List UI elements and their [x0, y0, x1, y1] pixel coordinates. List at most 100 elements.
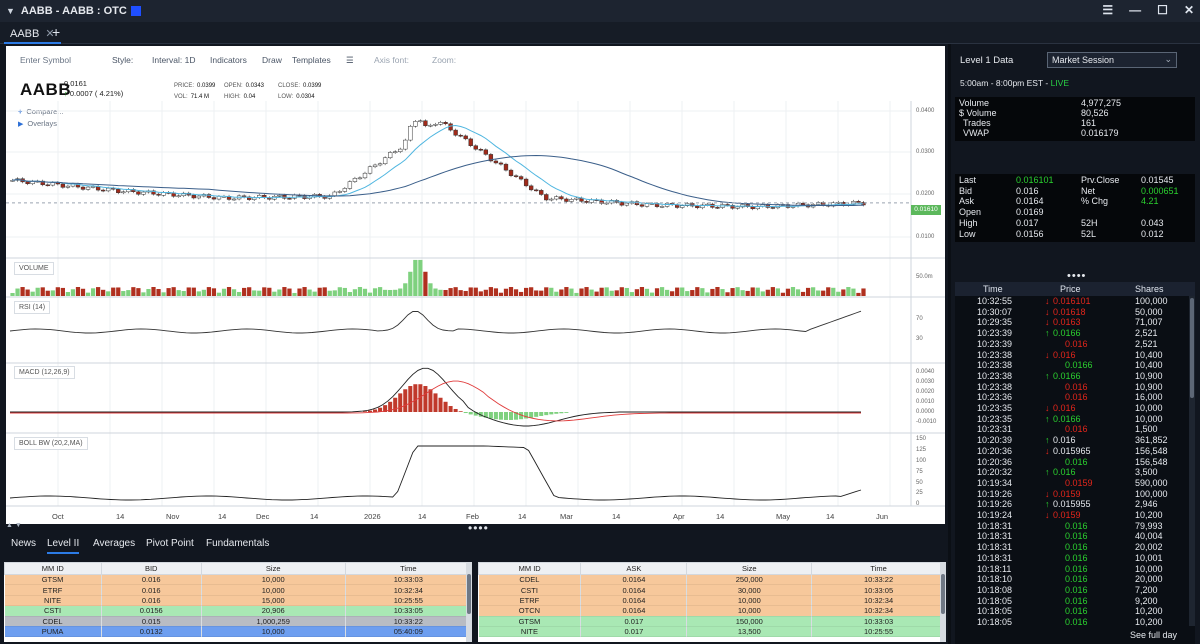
ts-time: 10:18:05 [977, 606, 1013, 617]
l2-row[interactable]: NITE 0.016 15,000 10:25:55 [4, 595, 472, 607]
candle [277, 195, 282, 197]
l2-header[interactable]: Size [686, 562, 813, 575]
x-tick: 14 [612, 512, 621, 521]
quote-value: 0.016101 [1016, 175, 1054, 185]
l2-row[interactable]: ETRF 0.0164 10,000 10:32:34 [478, 595, 946, 607]
ts-row[interactable]: 10:20:36 0.016 156,548 [955, 457, 1189, 468]
stat-label: VWAP [963, 128, 990, 138]
candle [382, 157, 388, 165]
l2-row[interactable]: OTCN 0.0164 10,000 10:32:34 [478, 605, 946, 617]
l2-cell: 10:32:34 [345, 584, 472, 596]
up-arrow-icon: ↑ [1045, 413, 1050, 424]
ts-price: 0.0163 [1053, 317, 1081, 328]
ts-row[interactable]: 10:20:36 ↓ 0.015965 156,548 [955, 446, 1189, 457]
ts-row[interactable]: 10:18:10 0.016 20,000 [955, 574, 1189, 585]
panel-splitter[interactable]: ▲ ▼ •••• [0, 521, 946, 535]
maximize-icon[interactable]: ☐ [1157, 3, 1168, 17]
chart-panel[interactable]: Enter Symbol Style: Interval: 1D Indicat… [6, 46, 945, 524]
l2-header[interactable]: Time [811, 562, 946, 575]
drag-handle-icon[interactable]: •••• [468, 521, 489, 535]
stat-label: $ Volume [959, 108, 997, 118]
ts-row[interactable]: 10:18:05 0.016 10,200 [955, 617, 1189, 628]
ts-row[interactable]: 10:23:35 ↑ 0.0166 10,000 [955, 414, 1189, 425]
down-arrow-icon: ↓ [1045, 403, 1050, 413]
tab-news[interactable]: News [11, 538, 36, 549]
ts-row[interactable]: 10:18:31 0.016 40,004 [955, 531, 1189, 542]
l2-row[interactable]: PUMA 0.0132 10,000 05:40:09 [4, 626, 472, 638]
ts-row[interactable]: 10:23:31 0.016 1,500 [955, 424, 1189, 435]
tab-fundamentals[interactable]: Fundamentals [206, 538, 269, 549]
ts-time: 10:19:26 [977, 488, 1013, 499]
ts-row[interactable]: 10:23:38 ↑ 0.0166 10,900 [955, 371, 1189, 382]
filter-icon[interactable]: ▼ [6, 6, 15, 16]
l2-header[interactable]: ASK [580, 562, 688, 575]
ts-row[interactable]: 10:23:39 ↑ 0.0166 2,521 [955, 328, 1189, 339]
session-select[interactable]: Market Session ⌄ [1047, 52, 1177, 68]
session-value: Market Session [1052, 55, 1115, 65]
volume-bar [609, 290, 614, 296]
l2-row[interactable]: CSTI 0.0164 30,000 10:33:05 [478, 584, 946, 596]
ts-row[interactable]: 10:23:38 ↓ 0.016 10,400 [955, 350, 1189, 361]
color-link-icon[interactable] [130, 6, 141, 16]
l2-row[interactable]: CDEL 0.015 1,000,259 10:33:22 [4, 616, 472, 627]
volume-bar [780, 292, 786, 296]
ts-price: 0.016 [1065, 552, 1088, 563]
l2-header[interactable]: MM ID [478, 562, 582, 575]
see-full-day-link[interactable]: See full day [1130, 630, 1177, 640]
ts-row[interactable]: 10:18:31 0.016 20,002 [955, 542, 1189, 553]
quote-value: 0.016 [1016, 185, 1039, 196]
l2-header[interactable]: BID [100, 562, 202, 575]
boll-tick: 75 [916, 469, 923, 475]
bid-scrollbar[interactable] [466, 562, 472, 642]
ts-row[interactable]: 10:19:24 ↓ 0.0159 10,200 [955, 510, 1189, 521]
l2-header[interactable]: Size [200, 562, 346, 575]
tab-averages[interactable]: Averages [93, 538, 135, 549]
ts-row[interactable]: 10:20:39 ↑ 0.016 361,852 [955, 435, 1189, 446]
l2-header[interactable]: Time [344, 562, 472, 575]
l2-row[interactable]: GTSM 0.017 150,000 10:33:03 [478, 616, 946, 627]
ts-row[interactable]: 10:23:38 0.0166 10,400 [955, 360, 1189, 371]
ts-shares: 10,000 [1135, 403, 1163, 413]
l2-header[interactable]: MM ID [4, 562, 102, 575]
ts-row[interactable]: 10:20:32 ↑ 0.016 3,500 [955, 467, 1189, 478]
tab-pivot-point[interactable]: Pivot Point [146, 538, 194, 549]
ts-row[interactable]: 10:19:26 ↑ 0.015955 2,946 [955, 499, 1189, 510]
ts-row[interactable]: 10:18:08 0.016 7,200 [955, 585, 1189, 596]
l2-row[interactable]: NITE 0.017 13,500 10:25:55 [478, 626, 946, 638]
ts-row[interactable]: 10:18:05 0.016 10,200 [955, 606, 1189, 617]
ts-row[interactable]: 10:23:38 0.016 10,900 [955, 382, 1189, 393]
ts-row[interactable]: 10:18:31 0.016 79,993 [955, 521, 1189, 532]
drag-handle-icon[interactable]: •••• [1067, 270, 1086, 282]
l2-row[interactable]: CDEL 0.0164 250,000 10:33:22 [478, 574, 946, 586]
l2-cell: 10,000 [201, 626, 346, 638]
ts-row[interactable]: 10:29:35 ↓ 0.0163 71,007 [955, 317, 1189, 328]
l2-row[interactable]: ETRF 0.016 10,000 10:32:34 [4, 584, 472, 596]
l2-row[interactable]: CSTI 0.0156 20,906 10:33:05 [4, 605, 472, 617]
ts-time: 10:29:35 [977, 317, 1013, 328]
macd-bar [559, 412, 564, 414]
ts-row[interactable]: 10:32:55 ↓ 0.016101 100,000 [955, 296, 1189, 307]
ts-row[interactable]: 10:23:36 0.016 16,000 [955, 392, 1189, 403]
ts-row[interactable]: 10:18:11 0.016 10,000 [955, 564, 1189, 575]
menu-icon[interactable]: ☰ [1102, 3, 1113, 17]
ts-row[interactable]: 10:30:07 ↓ 0.01618 50,000 [955, 307, 1189, 318]
l2-cell: 0.0164 [580, 595, 688, 607]
l2-row[interactable]: GTSM 0.016 10,000 10:33:03 [4, 574, 472, 586]
collapse-arrows-icon[interactable]: ▲ ▼ [6, 522, 22, 529]
add-tab-icon[interactable]: + [52, 24, 60, 40]
ts-row[interactable]: 10:18:05 0.016 9,200 [955, 596, 1189, 607]
ts-scrollbar[interactable] [1189, 296, 1195, 626]
ts-row[interactable]: 10:18:31 0.016 10,001 [955, 553, 1189, 564]
volume-bar [579, 288, 584, 296]
ts-row[interactable]: 10:19:26 ↓ 0.0159 100,000 [955, 489, 1189, 500]
close-icon[interactable]: ✕ [1184, 3, 1194, 17]
ts-price: 0.016 [1065, 338, 1088, 349]
ask-scrollbar[interactable] [940, 562, 946, 642]
minimize-icon[interactable]: — [1129, 3, 1141, 17]
tab-level-ii[interactable]: Level II [47, 538, 80, 554]
ma-long-line [12, 154, 864, 207]
candle [337, 191, 342, 193]
ts-row[interactable]: 10:19:34 0.0159 590,000 [955, 478, 1189, 489]
ts-row[interactable]: 10:23:39 0.016 2,521 [955, 339, 1189, 350]
ts-row[interactable]: 10:23:35 ↓ 0.016 10,000 [955, 403, 1189, 414]
